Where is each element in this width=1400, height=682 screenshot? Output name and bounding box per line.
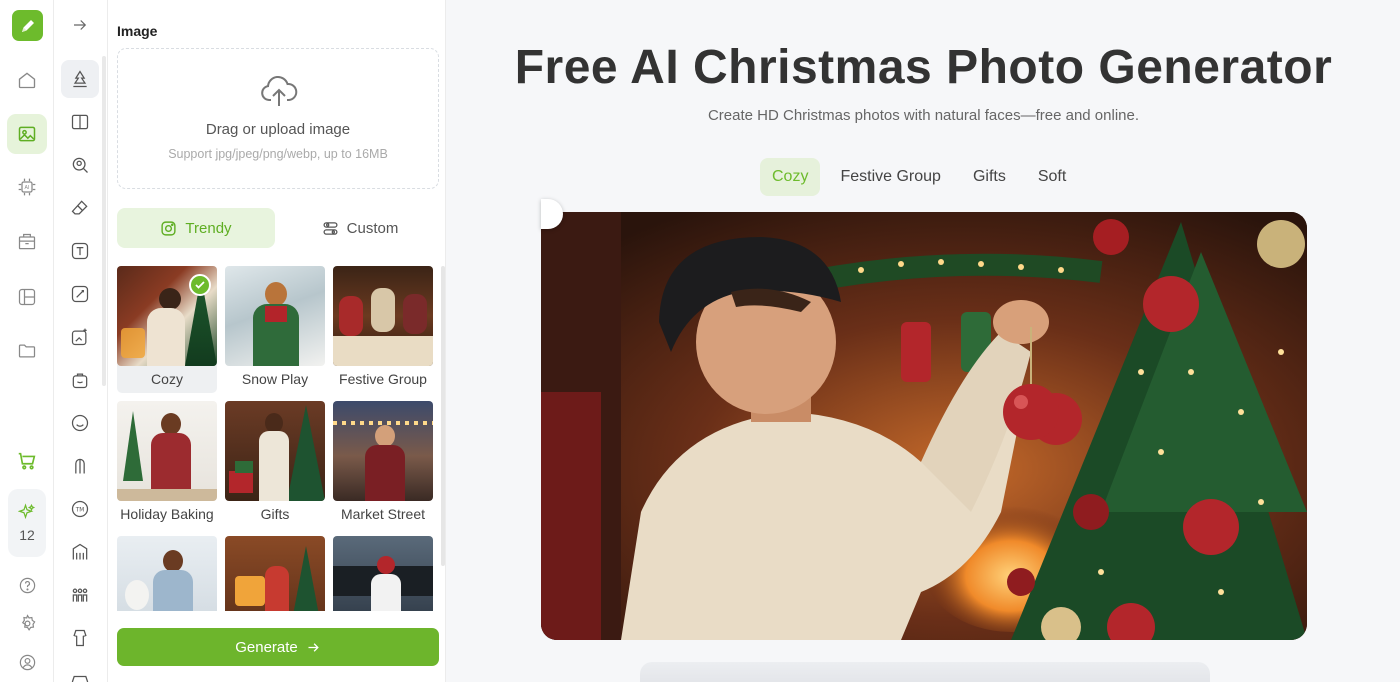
example-tabs: Cozy Festive Group Gifts Soft [760,158,1078,196]
text-tool-icon[interactable] [61,232,99,270]
mode-tab-trendy[interactable]: Trendy [117,208,275,248]
app-logo-icon[interactable] [12,10,43,41]
main-content: Free AI Christmas Photo Generator Create… [447,0,1400,682]
style-label: Holiday Baking [120,506,214,522]
generate-button[interactable]: Generate [117,628,439,666]
style-label: Market Street [340,506,426,522]
style-thumbnail [333,536,433,611]
settings-panel: Image Drag or upload image Support jpg/j… [108,0,446,682]
credits-count: 12 [19,527,35,543]
cloud-upload-icon [260,75,298,114]
car-tool-icon[interactable] [61,660,99,682]
style-thumbnail [225,536,325,611]
page-title: Free AI Christmas Photo Generator [514,41,1333,94]
hanger-tool-icon[interactable] [61,447,99,485]
building-tool-icon[interactable] [61,533,99,571]
style-card-market-street[interactable]: Market Street [333,401,433,522]
style-card[interactable] [225,536,325,611]
preview-image [541,212,1307,640]
collapse-arrow-icon[interactable] [61,6,99,44]
left-rail: AI 12 [0,0,54,682]
generate-label: Generate [235,638,298,656]
ai-chip-icon[interactable]: AI [7,167,47,207]
edit-image-tool-icon[interactable] [61,275,99,313]
image-tools-icon[interactable] [7,114,47,154]
folder-icon[interactable] [7,331,47,371]
style-thumbnail [117,401,217,501]
style-label: Gifts [260,506,290,522]
upload-hint: Support jpg/jpeg/png/webp, up to 16MB [168,147,388,161]
settings-gear-icon[interactable] [7,603,47,643]
style-card-snow-play[interactable]: Snow Play [225,266,325,387]
style-thumbnail [333,401,433,501]
cart-icon[interactable] [7,441,47,481]
style-grid: Cozy Snow Play Festive Group Holiday Bak… [117,266,435,611]
page-subtitle: Create HD Christmas photos with natural … [707,107,1140,124]
mode-tab-label: Custom [346,219,399,237]
layout-icon[interactable] [7,277,47,317]
style-card-holiday-baking[interactable]: Holiday Baking [117,401,217,522]
arrow-right-icon [308,642,319,652]
style-card[interactable] [333,536,433,611]
bottom-bar [640,662,1210,682]
group-tool-icon[interactable] [61,576,99,614]
tab-soft[interactable]: Soft [1026,158,1078,196]
mode-tab-label: Trendy [185,219,232,237]
tools-column: TM [54,0,108,682]
trademark-tool-icon[interactable]: TM [61,490,99,528]
bag-tool-icon[interactable] [61,361,99,399]
style-card[interactable] [117,536,217,611]
image-section-title: Image [117,23,158,39]
style-label: Snow Play [241,371,309,387]
upload-dropzone[interactable]: Drag or upload image Support jpg/jpeg/pn… [117,48,439,189]
home-icon[interactable] [7,60,47,100]
style-thumbnail [117,536,217,611]
tab-festive-group[interactable]: Festive Group [828,158,952,196]
christmas-tree-tool-icon[interactable] [61,60,99,98]
emoji-tool-icon[interactable] [61,404,99,442]
style-thumbnail [333,266,433,366]
sliders-icon [323,221,338,235]
style-card-gifts[interactable]: Gifts [225,401,325,522]
style-card-cozy[interactable]: Cozy [117,266,217,393]
compare-tool-icon[interactable] [61,103,99,141]
magic-image-tool-icon[interactable] [61,318,99,356]
tab-cozy[interactable]: Cozy [760,158,821,196]
style-grid-scrollbar[interactable] [441,266,445,566]
style-label: Cozy [151,371,183,387]
help-icon[interactable] [7,565,47,605]
tools-scrollbar[interactable] [102,56,106,386]
style-card-festive-group[interactable]: Festive Group [333,266,433,387]
face-scan-tool-icon[interactable] [61,146,99,184]
sparkle-icon [18,503,36,520]
mode-tab-custom[interactable]: Custom [281,208,439,248]
credits-badge[interactable]: 12 [8,489,46,557]
outfit-tool-icon[interactable] [61,619,99,657]
instagram-icon [161,220,177,236]
svg-text:AI: AI [25,185,30,191]
style-thumbnail [225,401,325,501]
user-account-icon[interactable] [7,642,47,682]
selected-check-icon [189,274,211,296]
style-thumbnail [225,266,325,366]
christmas-photo-illustration [541,212,1307,640]
svg-text:TM: TM [75,508,85,514]
eraser-tool-icon[interactable] [61,189,99,227]
style-label: Festive Group [339,371,427,387]
upload-title: Drag or upload image [205,121,351,138]
tab-gifts[interactable]: Gifts [961,158,1018,196]
store-icon[interactable] [7,222,47,262]
